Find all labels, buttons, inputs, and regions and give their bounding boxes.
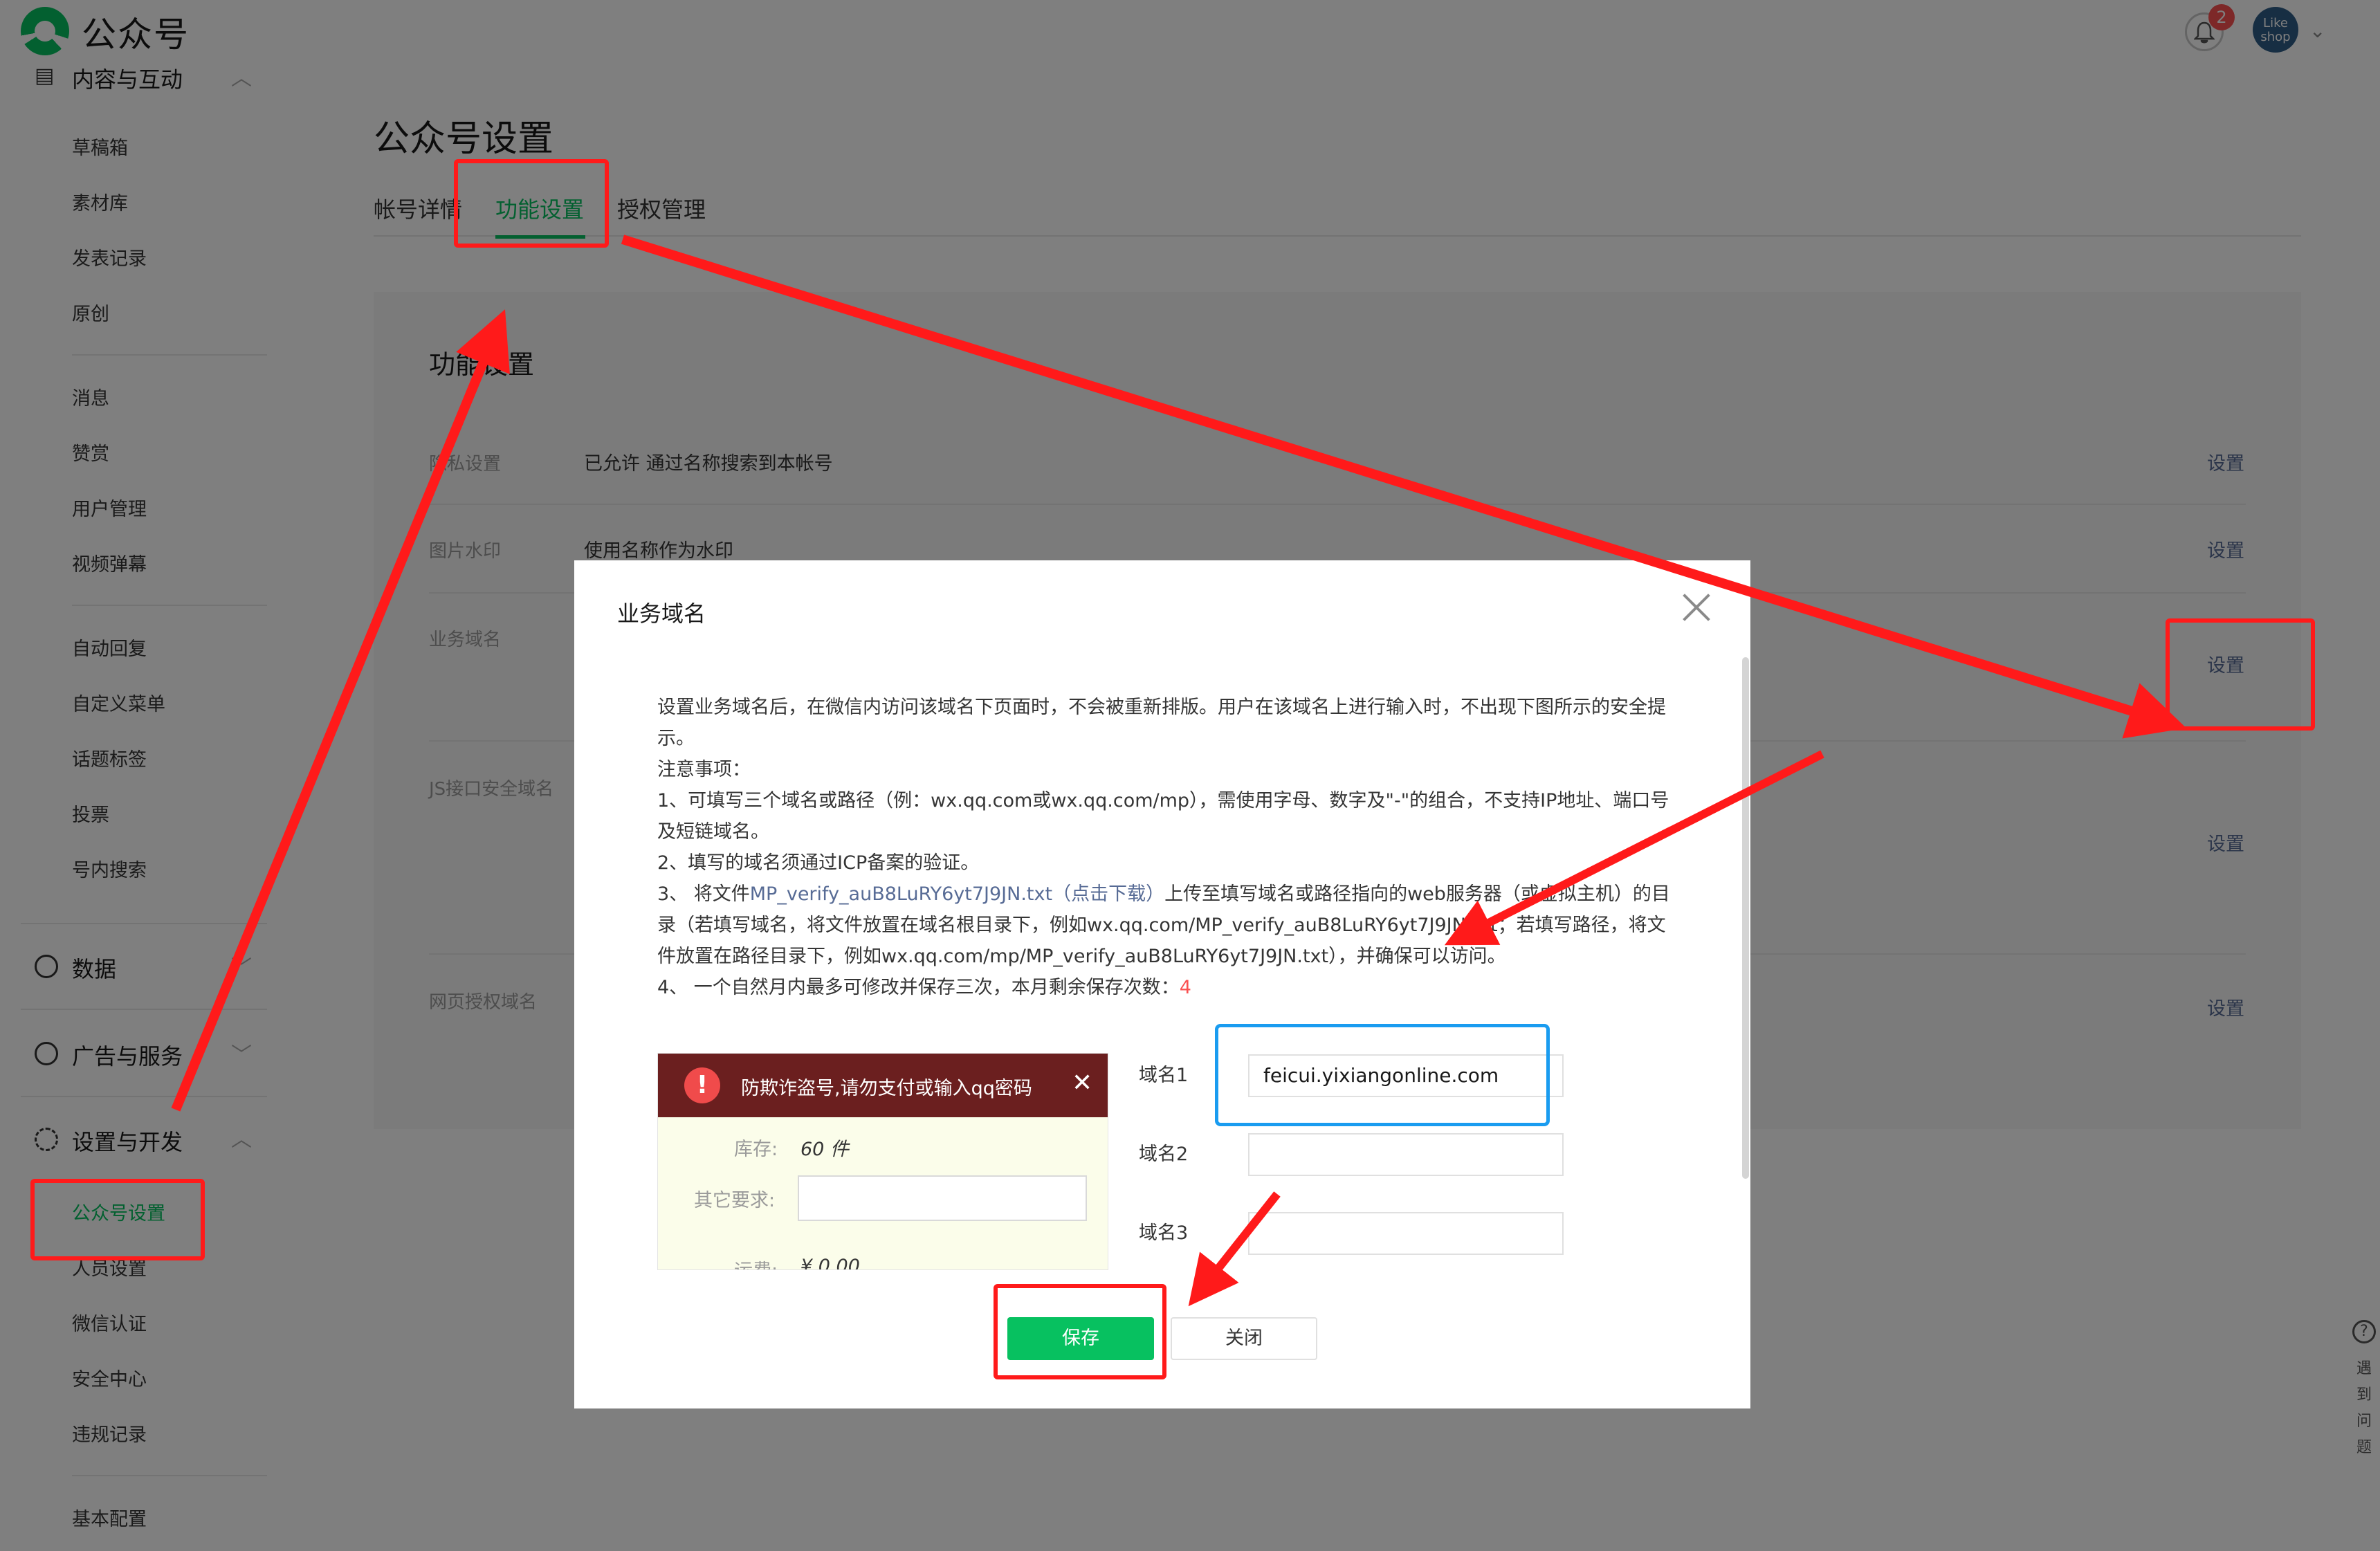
annotation-arrows	[171, 235, 2187, 1307]
arrow-tab-to-settings	[621, 235, 2187, 739]
arrow-to-save-button	[1188, 1191, 1281, 1307]
arrow-to-domain-input	[1444, 750, 1824, 946]
arrow-sidebar-to-tab	[171, 309, 510, 1112]
